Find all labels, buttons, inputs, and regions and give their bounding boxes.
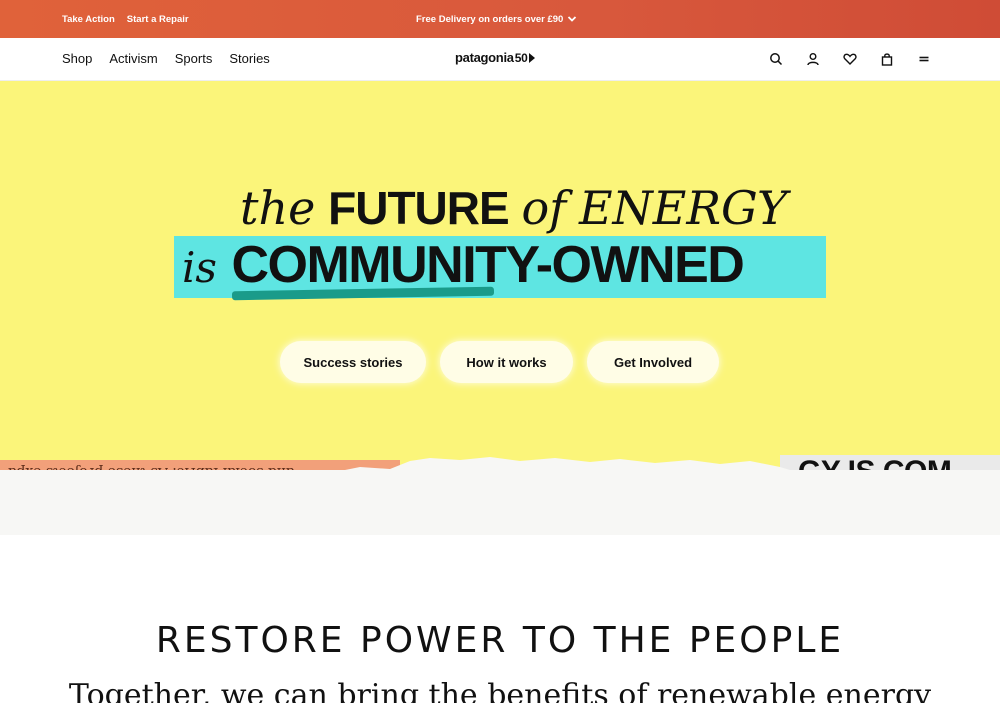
nav-item-sports[interactable]: Sports xyxy=(175,51,213,66)
logo-text: patagonia xyxy=(455,50,514,65)
search-icon[interactable] xyxy=(768,51,784,67)
headline-line-1: the FUTURE of ENERGY xyxy=(240,185,787,231)
promo-message[interactable]: Free Delivery on orders over £90 xyxy=(416,14,577,25)
headline-word-energy: ENERGY xyxy=(578,181,788,235)
headline-line-2: is COMMUNITY-OWNED xyxy=(182,236,745,294)
nav-item-shop[interactable]: Shop xyxy=(62,51,92,66)
headline-word-community-owned: COMMUNITY-OWNED xyxy=(231,236,744,294)
headline-word-is: is xyxy=(182,243,217,292)
hero-banner: the FUTURE of ENERGY is COMMUNITY-OWNED … xyxy=(0,81,1000,501)
nav-item-activism[interactable]: Activism xyxy=(109,51,157,66)
nav-icons xyxy=(768,51,932,67)
main-nav: Shop Activism Sports Stories patagonia 5… xyxy=(0,38,1000,81)
headline-word-future: FUTURE xyxy=(328,182,510,234)
menu-icon[interactable] xyxy=(916,51,932,67)
get-involved-button[interactable]: Get Involved xyxy=(587,341,719,383)
utility-links: Take Action Start a Repair xyxy=(62,14,189,25)
promo-text: Free Delivery on orders over £90 xyxy=(416,14,564,25)
chevron-down-icon xyxy=(567,14,577,24)
logo-number: 50 xyxy=(514,50,528,65)
success-stories-button[interactable]: Success stories xyxy=(280,341,426,383)
heart-icon[interactable] xyxy=(842,51,858,67)
patagonia-logo[interactable]: patagonia 50 xyxy=(455,50,536,65)
take-action-link[interactable]: Take Action xyxy=(62,14,115,25)
nav-item-stories[interactable]: Stories xyxy=(229,51,269,66)
hero-cta-row: Success stories How it works Get Involve… xyxy=(280,341,719,383)
paper-background xyxy=(0,470,1000,530)
nav-menu: Shop Activism Sports Stories xyxy=(62,51,270,66)
play-icon xyxy=(529,52,536,63)
how-it-works-button[interactable]: How it works xyxy=(440,341,573,383)
promo-bar: Take Action Start a Repair Free Delivery… xyxy=(0,0,1000,38)
start-repair-link[interactable]: Start a Repair xyxy=(127,14,189,25)
headline-word-of: of xyxy=(521,181,567,235)
bag-icon[interactable] xyxy=(879,51,895,67)
headline-word-the: the xyxy=(240,181,316,235)
account-icon[interactable] xyxy=(805,51,821,67)
section-title: RESTORE POWER TO THE PEOPLE xyxy=(155,620,845,661)
section-subtitle: Together, we can bring the benefits of r… xyxy=(68,678,932,703)
